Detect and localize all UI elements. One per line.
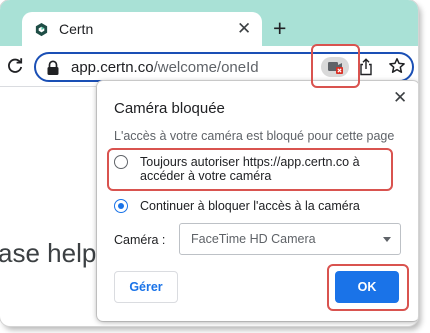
radio-always-allow[interactable] (114, 155, 128, 169)
tab-title: Certn (59, 21, 94, 37)
option-always-allow-line2: accéder à votre caméra (140, 169, 272, 183)
option-keep-blocking[interactable]: Continuer à bloquer l'accès à la caméra (114, 199, 360, 213)
option-always-allow[interactable]: Toujours autoriser https://app.certn.co … (114, 155, 360, 183)
share-icon[interactable] (358, 58, 374, 76)
camera-select-value: FaceTime HD Camera (191, 232, 316, 246)
page-heading-partial: ase help (0, 238, 97, 268)
address-bar[interactable]: app.certn.co/welcome/oneId (34, 52, 414, 82)
browser-window: Certn ✕ + app.certn.co/welcome/oneId ase… (0, 0, 418, 326)
certn-logo-icon (35, 22, 48, 37)
option-always-allow-label: Toujours autoriser https://app.certn.co … (140, 155, 360, 183)
option-keep-blocking-label: Continuer à bloquer l'accès à la caméra (140, 199, 360, 213)
manage-button[interactable]: Gérer (114, 271, 178, 303)
tab-close-icon[interactable]: ✕ (237, 19, 251, 39)
ok-button[interactable]: OK (335, 271, 399, 303)
camera-permission-dialog: Caméra bloquée ✕ L'accès à votre caméra … (97, 81, 418, 321)
url-text[interactable]: app.certn.co/welcome/oneId (71, 59, 259, 76)
dialog-title: Caméra bloquée (114, 100, 225, 117)
camera-blocked-chip[interactable] (321, 57, 349, 77)
url-path: /welcome/oneId (153, 59, 259, 76)
reload-icon[interactable] (6, 57, 24, 75)
radio-keep-blocking[interactable] (114, 199, 128, 213)
camera-blocked-icon (328, 62, 343, 74)
bookmark-star-icon[interactable] (388, 57, 406, 75)
tab-strip: Certn ✕ + (0, 0, 418, 46)
camera-select-label: Caméra : (114, 233, 166, 247)
dialog-close-icon[interactable]: ✕ (393, 88, 407, 108)
camera-select[interactable]: FaceTime HD Camera (179, 223, 401, 255)
dialog-description: L'accès à votre caméra est bloqué pour c… (114, 129, 395, 143)
chevron-down-icon (383, 237, 391, 242)
new-tab-button[interactable]: + (273, 16, 286, 40)
lock-icon[interactable] (46, 60, 60, 76)
option-always-allow-line1: Toujours autoriser https://app.certn.co … (140, 155, 360, 169)
tab-certn[interactable]: Certn ✕ (22, 12, 262, 46)
url-domain: app.certn.co (71, 59, 154, 76)
